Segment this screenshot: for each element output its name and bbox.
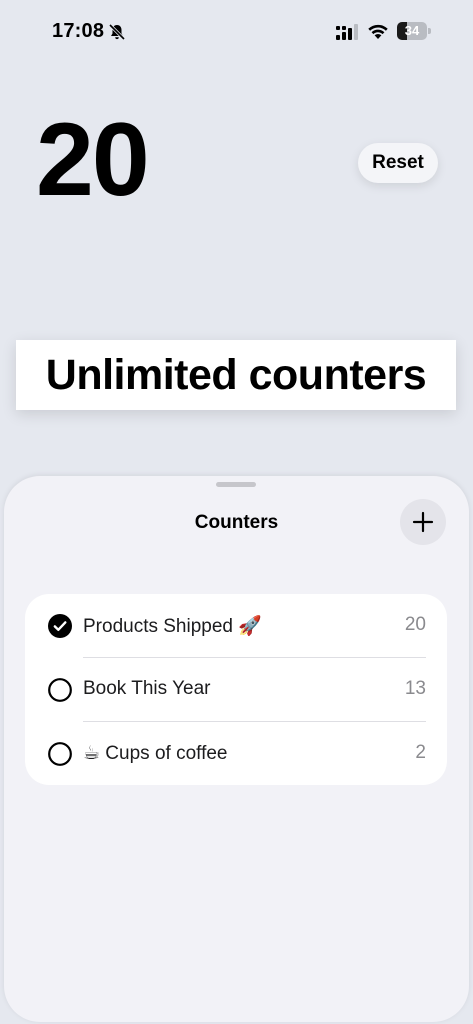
checkmark-circle-filled-icon (48, 614, 72, 638)
status-time: 17:08 (52, 20, 105, 42)
current-count: 20 (36, 102, 150, 218)
app-screen: 17:08 34 20 Reset Unlimited counters Cou… (0, 0, 473, 1024)
counter-row-book-this-year[interactable]: Book This Year 13 (25, 658, 447, 722)
status-bar: 17:08 34 (0, 0, 473, 60)
counter-value: 20 (404, 614, 426, 635)
bell-slash-icon (108, 23, 126, 41)
empty-circle-icon (48, 742, 72, 766)
counter-value: 2 (415, 742, 426, 763)
add-counter-button[interactable] (400, 499, 446, 545)
sheet-grabber-handle[interactable] (216, 482, 256, 487)
wifi-icon (368, 24, 388, 39)
promo-text: Unlimited counters (45, 350, 427, 399)
counter-row-products-shipped[interactable]: Products Shipped 🚀 20 (25, 594, 447, 658)
counter-label: Book This Year (83, 678, 211, 699)
counter-label: ☕ Cups of coffee (83, 743, 228, 764)
battery-tip (428, 28, 431, 34)
reset-button[interactable]: Reset (358, 143, 438, 183)
promo-banner: Unlimited counters (16, 340, 456, 410)
counter-value: 13 (404, 678, 426, 699)
battery-indicator: 34 (397, 22, 431, 40)
battery-body: 34 (397, 22, 427, 40)
counters-sheet: Counters Products Shipped 🚀 20 Book This… (4, 476, 469, 1022)
battery-level: 34 (404, 23, 420, 38)
cellular-signal-icon (336, 24, 358, 40)
empty-circle-icon (48, 678, 72, 702)
plus-icon (412, 511, 434, 533)
counter-label: Products Shipped 🚀 (83, 616, 262, 637)
counter-list: Products Shipped 🚀 20 Book This Year 13 … (25, 594, 447, 785)
counter-row-cups-of-coffee[interactable]: ☕ Cups of coffee 2 (25, 722, 447, 786)
